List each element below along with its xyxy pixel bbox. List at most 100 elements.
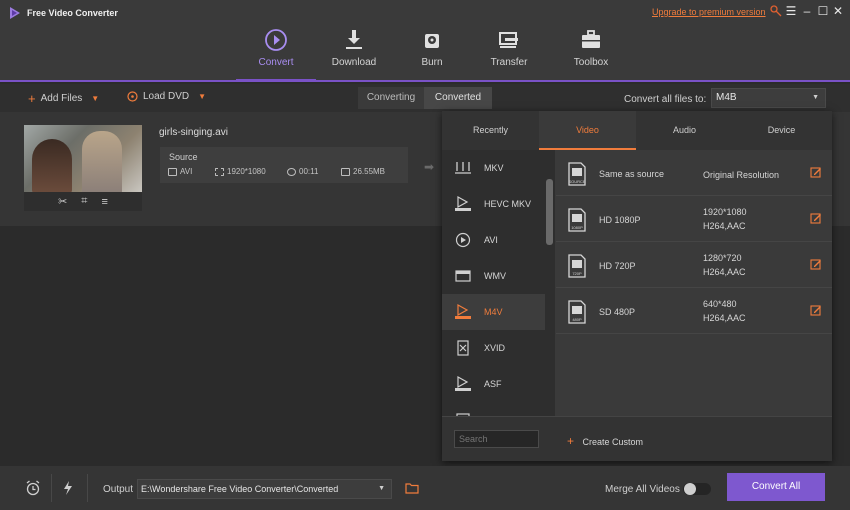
format-item-wmv[interactable]: WMV: [442, 258, 545, 294]
source-size: 26.55MB: [341, 167, 385, 176]
add-files-dropdown-icon[interactable]: ▼: [91, 94, 99, 103]
nav-convert-label: Convert: [258, 57, 294, 68]
xvid-icon: [454, 340, 472, 356]
burn-icon: [425, 34, 439, 48]
format-item-label: HEVC MKV: [484, 199, 532, 209]
tab-video[interactable]: Video: [539, 111, 636, 150]
alarm-clock-icon[interactable]: [25, 480, 41, 496]
format-item-label: MKV: [484, 163, 504, 173]
tab-audio[interactable]: Audio: [636, 111, 733, 150]
merge-all-videos-toggle[interactable]: [683, 483, 711, 495]
preset-hd-720p[interactable]: 720P HD 720P 1280*720 H264,AAC: [556, 242, 832, 288]
format-list: MKV HEVC MKV AVI WMV M4V XVID ASF: [442, 150, 555, 416]
tab-recently[interactable]: Recently: [442, 111, 539, 150]
preset-resolution: 1280*720: [703, 253, 742, 263]
edit-icon[interactable]: [810, 258, 822, 270]
edit-icon[interactable]: [810, 304, 822, 316]
nav-transfer-label: Transfer: [490, 57, 528, 68]
app-title: Free Video Converter: [27, 8, 118, 18]
upgrade-link[interactable]: Upgrade to premium version: [652, 7, 766, 17]
menu-icon[interactable]: ☰: [783, 3, 799, 19]
load-dvd-dropdown-icon[interactable]: ▼: [198, 92, 206, 101]
format-item-xvid[interactable]: XVID: [442, 330, 545, 366]
preset-codec: H264,AAC: [703, 313, 746, 323]
tab-converted[interactable]: Converted: [424, 87, 492, 109]
nav-download[interactable]: Download: [317, 24, 391, 80]
preset-resolution: 640*480: [703, 299, 737, 309]
preset-720p-icon: 720P: [568, 254, 586, 278]
nav-download-label: Download: [331, 57, 377, 68]
file-name: girls-singing.avi: [159, 127, 228, 138]
format-panel: Recently Video Audio Device MKV HEVC MKV…: [442, 111, 832, 461]
resolution-icon: [215, 167, 224, 176]
format-item-m4v[interactable]: M4V: [442, 294, 545, 330]
title-bar: Free Video Converter Upgrade to premium …: [0, 0, 850, 82]
effects-icon[interactable]: ≡: [102, 196, 108, 208]
convert-icon: [265, 29, 287, 51]
thumbnail-tools: ✂ ⌗ ≡: [24, 192, 142, 211]
source-duration: 00:11: [287, 167, 318, 176]
asf-icon: [454, 376, 472, 392]
preset-badge-text: 720P: [572, 271, 582, 276]
nav-toolbox[interactable]: Toolbox: [554, 24, 628, 80]
divider: [51, 474, 52, 502]
download-icon: [346, 30, 362, 49]
tab-converting[interactable]: Converting: [358, 87, 424, 109]
format-search-input[interactable]: [454, 430, 539, 448]
minimize-icon[interactable]: –: [799, 3, 815, 19]
preset-hd-1080p[interactable]: 1080P HD 1080P 1920*1080 H264,AAC: [556, 196, 832, 242]
format-item-label: M4V: [484, 307, 503, 317]
preset-name: HD 720P: [599, 261, 636, 271]
lightning-icon[interactable]: [62, 480, 74, 496]
preset-name: SD 480P: [599, 307, 636, 317]
format-tabs: Recently Video Audio Device: [442, 111, 832, 150]
convert-all-format-value: M4B: [716, 92, 737, 103]
source-duration-value: 00:11: [299, 167, 319, 176]
format-item-mkv[interactable]: MKV: [442, 150, 545, 186]
format-item-label: XVID: [484, 343, 506, 353]
preset-name: HD 1080P: [599, 215, 641, 225]
edit-icon[interactable]: [810, 212, 822, 224]
convert-all-button[interactable]: Convert All: [727, 473, 825, 501]
convert-all-format-select[interactable]: M4B ▼: [711, 88, 826, 108]
source-format-value: AVI: [180, 167, 193, 176]
tab-device[interactable]: Device: [733, 111, 830, 150]
preset-same-as-source[interactable]: SOURCE Same as source Original Resolutio…: [556, 150, 832, 196]
source-format: AVI: [168, 167, 192, 176]
open-folder-icon[interactable]: [405, 482, 419, 494]
preset-codec: H264,AAC: [703, 221, 746, 231]
edit-icon[interactable]: [810, 166, 822, 178]
format-item-avi[interactable]: AVI: [442, 222, 545, 258]
format-list-scrollbar[interactable]: [546, 179, 553, 245]
add-files-label: Add Files: [40, 93, 83, 104]
transfer-icon: [499, 32, 518, 48]
source-resolution-value: 1920*1080: [227, 167, 266, 176]
preset-resolution: Original Resolution: [703, 170, 780, 180]
crop-icon[interactable]: ⌗: [81, 195, 87, 208]
create-custom-label: Create Custom: [582, 437, 644, 447]
preset-sd-480p[interactable]: 480P SD 480P 640*480 H264,AAC: [556, 288, 832, 334]
format-item-asf[interactable]: ASF: [442, 366, 545, 402]
format-item-dv[interactable]: DV: [442, 402, 545, 416]
film-icon: [168, 167, 177, 176]
output-path-select[interactable]: E:\Wondershare Free Video Converter\Conv…: [137, 479, 392, 499]
load-dvd-button[interactable]: Load DVD ▼: [127, 91, 206, 102]
preset-list: SOURCE Same as source Original Resolutio…: [556, 150, 832, 416]
folder-icon: [341, 167, 350, 176]
premium-key-icon[interactable]: [768, 3, 784, 19]
format-panel-footer: + Create Custom: [442, 416, 832, 461]
nav-convert[interactable]: Convert: [239, 24, 313, 80]
format-item-hevc-mkv[interactable]: HEVC MKV: [442, 186, 545, 222]
maximize-icon[interactable]: ☐: [815, 3, 831, 19]
trim-icon[interactable]: ✂: [58, 195, 67, 208]
app-logo-icon: [10, 7, 20, 19]
video-thumbnail[interactable]: [24, 125, 142, 192]
close-icon[interactable]: ✕: [830, 3, 846, 19]
add-files-button[interactable]: + Add Files ▼: [28, 91, 99, 106]
merge-all-videos-label: Merge All Videos: [605, 484, 680, 495]
preset-source-icon: SOURCE: [568, 162, 586, 186]
chevron-down-icon: ▼: [378, 485, 385, 492]
nav-burn[interactable]: Burn: [395, 24, 469, 80]
nav-transfer[interactable]: Transfer: [472, 24, 546, 80]
create-custom-button[interactable]: + Create Custom: [567, 434, 643, 448]
